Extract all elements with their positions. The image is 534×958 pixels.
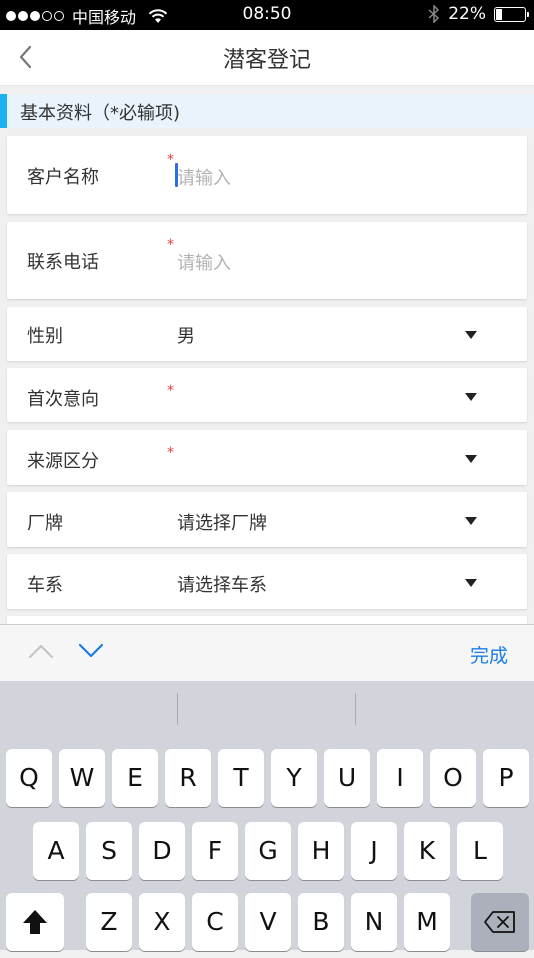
brand-label: 厂牌 (27, 513, 63, 534)
section-title: 基本资料（*必输项) (20, 103, 181, 124)
status-right: 22% (428, 4, 529, 24)
gender-select[interactable]: 男 (177, 322, 195, 348)
key-r[interactable]: R (165, 749, 211, 807)
source-type-label: 来源区分 (27, 451, 99, 472)
key-b[interactable]: B (298, 893, 344, 951)
battery-percent: 22% (448, 4, 486, 24)
key-y[interactable]: Y (271, 749, 317, 807)
dropdown-arrow-icon[interactable] (465, 331, 477, 339)
battery-fill (496, 8, 502, 20)
required-mark: * (167, 445, 174, 461)
key-d[interactable]: D (139, 822, 185, 880)
key-e[interactable]: E (112, 749, 158, 807)
customer-name-row[interactable]: 客户名称 * 请输入 (7, 136, 527, 214)
dropdown-arrow-icon[interactable] (465, 393, 477, 401)
section-accent-bar (0, 94, 7, 128)
key-i[interactable]: I (377, 749, 423, 807)
key-n[interactable]: N (351, 893, 397, 951)
dropdown-arrow-icon[interactable] (465, 579, 477, 587)
first-intent-row[interactable]: 首次意向 * (7, 368, 527, 422)
series-label: 车系 (27, 575, 63, 596)
done-button[interactable]: 完成 (470, 641, 508, 668)
suggestion-divider (177, 693, 178, 725)
required-mark: * (167, 152, 174, 168)
key-j[interactable]: J (351, 822, 397, 880)
first-intent-label: 首次意向 (27, 389, 99, 410)
page-title: 潜客登记 (222, 48, 311, 73)
key-o[interactable]: O (430, 749, 476, 807)
customer-name-label: 客户名称 (27, 167, 99, 188)
section-header: 基本资料（*必输项) (0, 94, 534, 128)
contact-phone-row[interactable]: 联系电话 * 请输入 (7, 222, 527, 299)
key-z[interactable]: Z (86, 893, 132, 951)
key-g[interactable]: G (245, 822, 291, 880)
key-c[interactable]: C (192, 893, 238, 951)
key-q[interactable]: Q (6, 749, 52, 807)
status-bar: 中国移动 08:50 22% (0, 0, 534, 30)
shift-icon (23, 910, 47, 934)
key-k[interactable]: K (404, 822, 450, 880)
keyboard: Q W E R T Y U I O P A S D F G H J K L Z … (0, 681, 534, 951)
series-select[interactable]: 请选择车系 (177, 571, 267, 597)
key-f[interactable]: F (192, 822, 238, 880)
customer-name-input[interactable]: 请输入 (177, 164, 231, 190)
required-mark: * (167, 383, 174, 399)
delete-key[interactable] (471, 893, 529, 951)
contact-phone-input[interactable]: 请输入 (177, 249, 231, 275)
key-u[interactable]: U (324, 749, 370, 807)
key-a[interactable]: A (33, 822, 79, 880)
keyboard-accessory-bar: 完成 (0, 624, 534, 681)
next-field-icon[interactable] (78, 643, 104, 659)
brand-select[interactable]: 请选择厂牌 (177, 509, 267, 535)
key-t[interactable]: T (218, 749, 264, 807)
suggestion-divider (355, 693, 356, 725)
battery-icon (494, 6, 529, 22)
key-p[interactable]: P (483, 749, 529, 807)
dropdown-arrow-icon[interactable] (465, 517, 477, 525)
shift-key[interactable] (6, 893, 64, 951)
source-type-row[interactable]: 来源区分 * (7, 430, 527, 485)
key-w[interactable]: W (59, 749, 105, 807)
key-l[interactable]: L (457, 822, 503, 880)
brand-row[interactable]: 厂牌 请选择厂牌 (7, 492, 527, 547)
key-x[interactable]: X (139, 893, 185, 951)
nav-bar: 潜客登记 (0, 30, 534, 86)
previous-field-icon[interactable] (28, 643, 54, 659)
backspace-icon (484, 911, 515, 933)
key-m[interactable]: M (404, 893, 450, 951)
contact-phone-label: 联系电话 (27, 252, 99, 273)
required-mark: * (167, 237, 174, 253)
key-v[interactable]: V (245, 893, 291, 951)
key-s[interactable]: S (86, 822, 132, 880)
series-row[interactable]: 车系 请选择车系 (7, 554, 527, 609)
gender-label: 性别 (27, 326, 63, 347)
gender-row[interactable]: 性别 男 (7, 307, 527, 361)
key-h[interactable]: H (298, 822, 344, 880)
dropdown-arrow-icon[interactable] (465, 455, 477, 463)
bluetooth-icon (428, 5, 440, 23)
